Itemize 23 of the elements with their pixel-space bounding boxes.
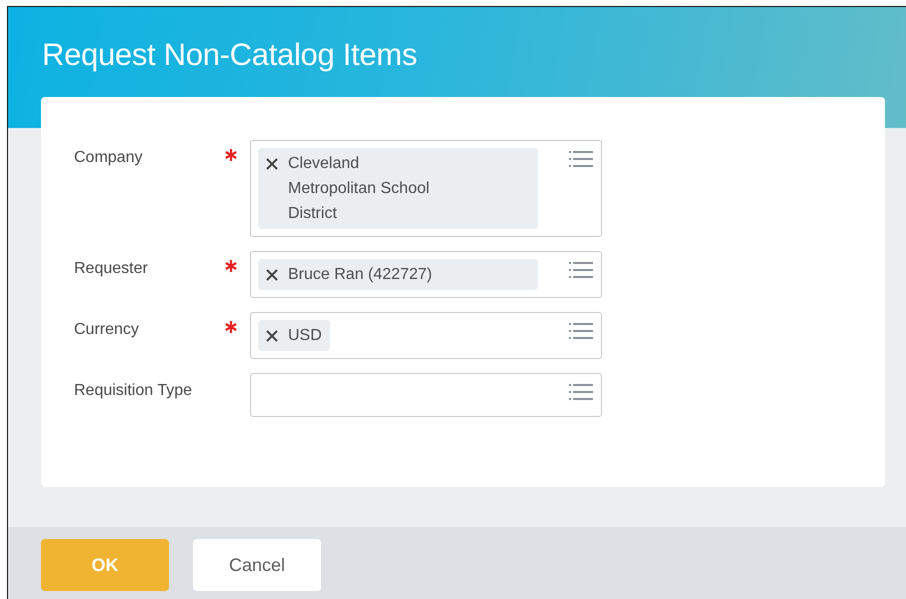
prompt-field[interactable]: Bruce Ran (422727) — [250, 251, 602, 298]
prompt-field[interactable]: Cleveland Metropolitan School District — [250, 140, 602, 237]
list-icon[interactable] — [569, 261, 593, 279]
field-label: Requester — [74, 259, 149, 278]
field-label: Requisition Type — [74, 381, 193, 400]
prompt-field[interactable]: USD — [250, 312, 602, 359]
remove-icon[interactable] — [266, 330, 278, 342]
prompt-field[interactable] — [250, 373, 602, 417]
selected-item-chip[interactable]: USD — [258, 320, 330, 351]
selected-item-chip[interactable]: Bruce Ran (422727) — [258, 259, 538, 290]
list-icon[interactable] — [569, 150, 593, 168]
selected-item-chip[interactable]: Cleveland Metropolitan School District — [258, 148, 538, 229]
selected-value: Cleveland Metropolitan School District — [288, 154, 430, 224]
remove-icon[interactable] — [266, 158, 278, 170]
field-label: Currency — [74, 320, 140, 339]
list-icon[interactable] — [569, 322, 593, 340]
remove-icon[interactable] — [266, 269, 278, 281]
list-icon[interactable] — [569, 383, 593, 401]
selected-value: USD — [288, 326, 322, 346]
selected-value: Bruce Ran (422727) — [288, 265, 432, 285]
field-label: Company — [74, 148, 144, 167]
cancel-button[interactable]: Cancel — [193, 539, 321, 591]
dialog-title: Request Non-Catalog Items — [42, 37, 418, 73]
